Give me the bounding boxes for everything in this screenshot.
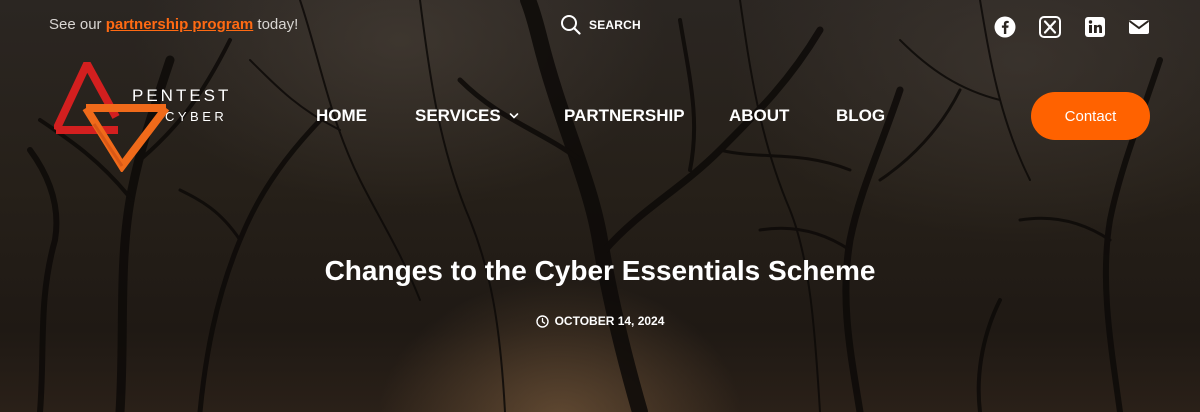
logo-text-pentest: PENTEST — [132, 86, 232, 105]
nav-blog-label: BLOG — [836, 106, 886, 125]
logo-text-cyber: CYBER — [165, 109, 228, 124]
linkedin-icon[interactable] — [1083, 15, 1107, 39]
search-button[interactable]: SEARCH — [560, 14, 641, 35]
chevron-down-icon — [509, 113, 518, 119]
post-title: Changes to the Cyber Essentials Scheme — [324, 255, 876, 286]
promo-suffix: today! — [257, 16, 299, 33]
nav-partnership-label: PARTNERSHIP — [564, 106, 685, 125]
promo-text: See our partnership program today! — [49, 16, 298, 33]
mail-icon[interactable] — [1127, 15, 1151, 39]
nav-services[interactable]: SERVICES — [415, 106, 519, 126]
clock-icon — [535, 314, 549, 328]
search-icon — [561, 15, 581, 35]
nav-services-label: SERVICES — [415, 106, 501, 125]
facebook-icon[interactable] — [993, 15, 1017, 39]
x-icon[interactable] — [1038, 15, 1062, 39]
nav-about[interactable]: ABOUT — [729, 106, 789, 126]
search-label: SEARCH — [589, 17, 641, 32]
nav-home-label: HOME — [316, 106, 367, 125]
post-date: OCTOBER 14, 2024 — [0, 314, 1200, 328]
nav-home[interactable]: HOME — [316, 106, 367, 126]
promo-prefix: See our — [49, 16, 102, 33]
contact-button-label: Contact — [1064, 107, 1117, 125]
nav-blog[interactable]: BLOG — [836, 106, 885, 126]
partnership-program-link[interactable]: partnership program — [106, 16, 254, 33]
contact-button[interactable]: Contact — [1031, 92, 1150, 140]
nav-about-label: ABOUT — [729, 106, 790, 125]
post-date-text: OCTOBER 14, 2024 — [554, 314, 665, 328]
nav-partnership[interactable]: PARTNERSHIP — [564, 106, 685, 126]
